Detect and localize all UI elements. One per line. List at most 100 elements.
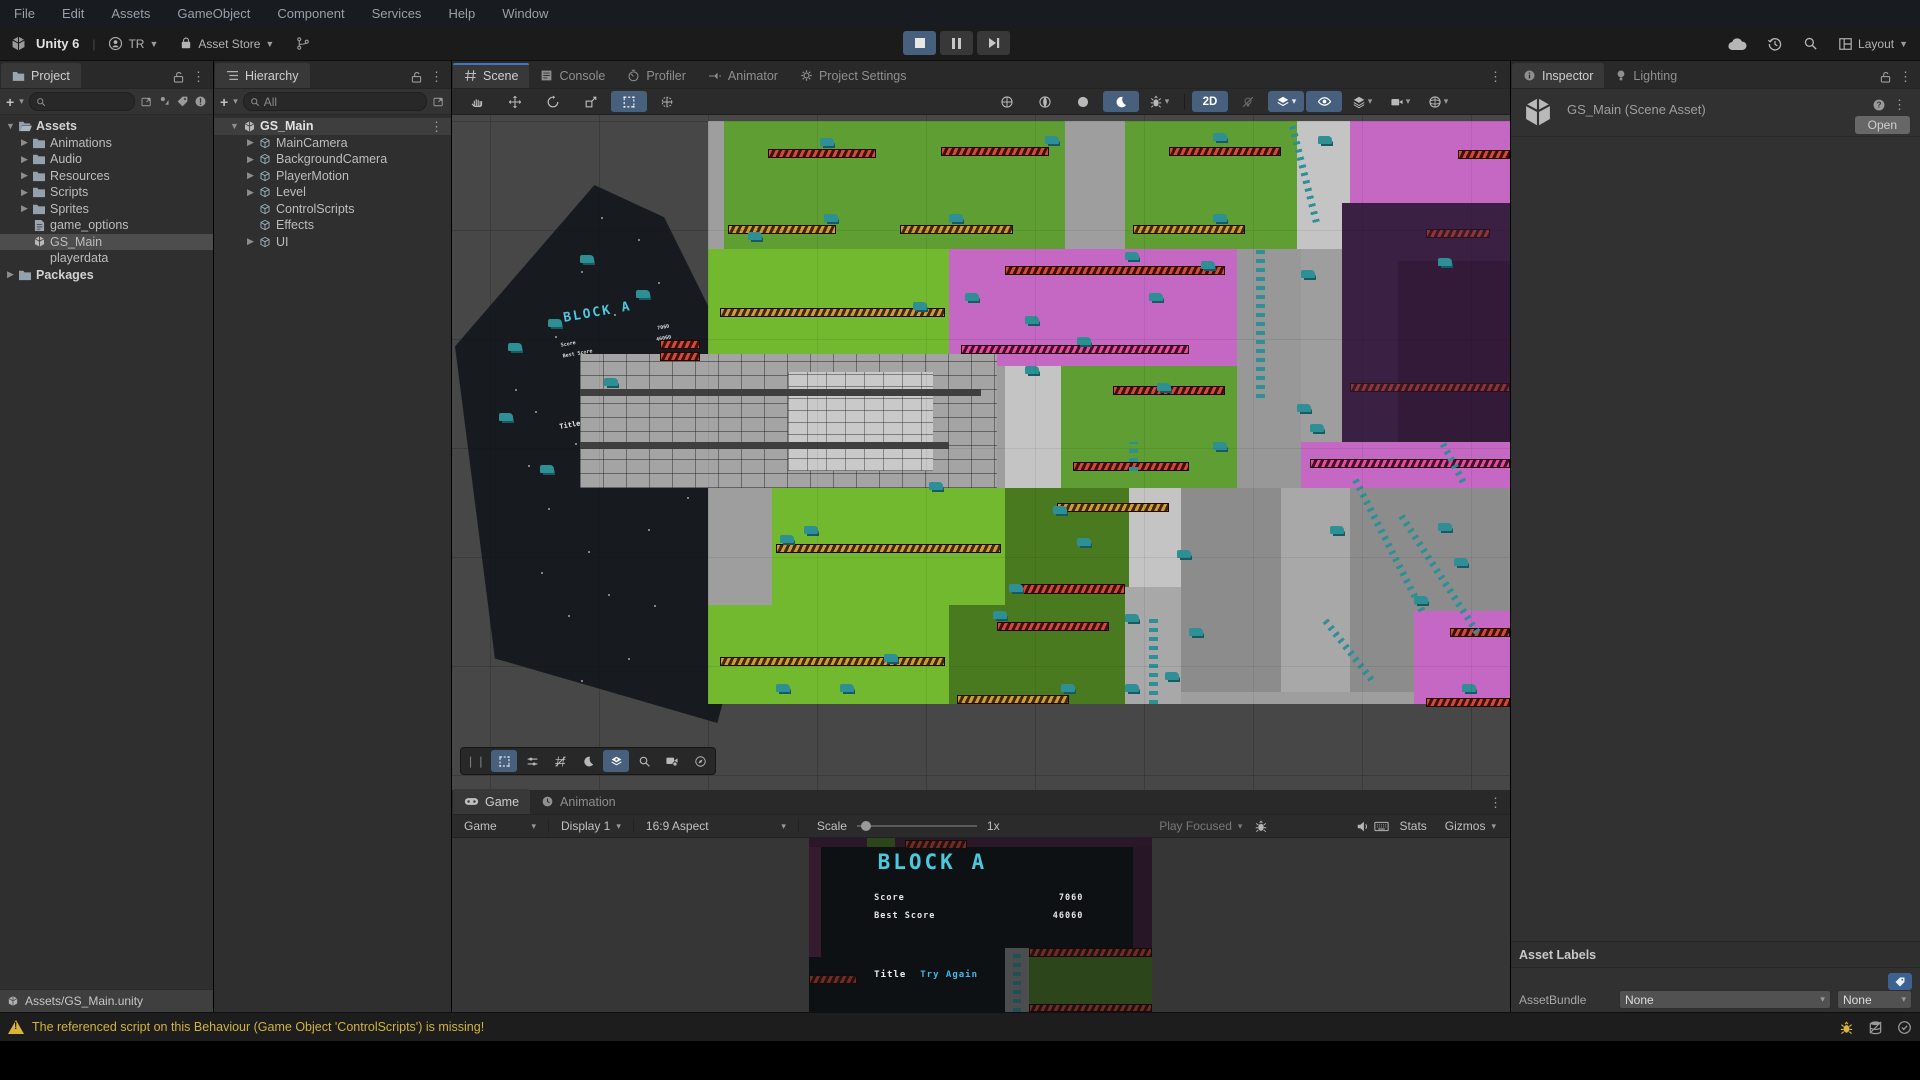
help-icon[interactable]: ?	[1872, 98, 1886, 112]
vsync-keyboard-icon[interactable]	[1374, 821, 1389, 832]
overlay-orientation-button[interactable]	[687, 750, 713, 772]
tree-item-resources[interactable]: ▶Resources	[0, 168, 213, 185]
hierarchy-item-controlscripts[interactable]: ControlScripts	[214, 201, 451, 218]
aspect-ratio-dropdown[interactable]: 16:9 Aspect▾	[638, 815, 794, 837]
shaded-mode-button[interactable]	[989, 91, 1025, 112]
menu-item-gameobject[interactable]: GameObject	[177, 6, 250, 21]
history-icon[interactable]	[1767, 36, 1783, 52]
assetbundle-variant-dropdown[interactable]: None▾	[1837, 990, 1912, 1009]
display-dropdown[interactable]: Display 1▾	[553, 815, 629, 837]
tab-profiler[interactable]: Profiler	[616, 63, 697, 88]
hierarchy-item-maincamera[interactable]: ▶MainCamera	[214, 135, 451, 152]
tree-item-audio[interactable]: ▶Audio	[0, 151, 213, 168]
kebab-menu-icon[interactable]: ⋮	[430, 120, 451, 133]
transform-tool-button[interactable]	[649, 91, 685, 112]
shaded-wireframe-button[interactable]	[1065, 91, 1101, 112]
tab-hierarchy[interactable]: Hierarchy	[215, 63, 310, 88]
tree-item-scripts[interactable]: ▶Scripts	[0, 184, 213, 201]
asset-label-tag-button[interactable]	[1888, 973, 1912, 990]
game-mode-dropdown[interactable]: Game▾	[456, 815, 544, 837]
hidden-count-icon[interactable]	[194, 95, 207, 108]
hierarchy-scene-root[interactable]: ▼GS_Main⋮	[214, 118, 451, 135]
overlay-search-button[interactable]	[631, 750, 657, 772]
rect-tool-button[interactable]	[611, 91, 647, 112]
step-button[interactable]	[977, 31, 1010, 55]
kebab-menu-icon[interactable]: ⋮	[1489, 796, 1502, 809]
open-scene-button[interactable]: Open	[1855, 116, 1910, 134]
lock-icon[interactable]	[1880, 71, 1891, 83]
overlay-visibility-button[interactable]	[603, 750, 629, 772]
kebab-menu-icon[interactable]: ⋮	[1899, 70, 1912, 83]
stats-button[interactable]: Stats	[1399, 819, 1426, 833]
open-new-window-icon[interactable]	[140, 96, 153, 108]
lock-icon[interactable]	[411, 71, 422, 83]
tab-animation[interactable]: Animation	[530, 789, 627, 814]
scene-lighting-disabled-button[interactable]	[1230, 91, 1266, 112]
rotate-tool-button[interactable]	[535, 91, 571, 112]
project-search-input[interactable]	[29, 92, 135, 111]
overlay-tools-button[interactable]	[491, 750, 517, 772]
play-focused-dropdown[interactable]: Play Focused▾	[1151, 815, 1250, 837]
cloud-icon[interactable]	[1728, 37, 1747, 51]
tab-game[interactable]: Game	[453, 789, 530, 814]
kebab-menu-icon[interactable]: ⋮	[1893, 98, 1906, 111]
scene-effects-dropdown[interactable]: ▾	[1141, 91, 1177, 112]
search-icon[interactable]	[1803, 36, 1818, 51]
overlay-camera-button[interactable]	[659, 750, 685, 772]
gizmos-dropdown[interactable]: Gizmos▾	[1437, 815, 1506, 837]
version-control-icon[interactable]	[295, 36, 311, 51]
kebab-menu-icon[interactable]: ⋮	[430, 70, 443, 83]
scale-slider[interactable]	[857, 825, 977, 827]
play-button[interactable]	[903, 31, 936, 55]
scene-lighting-toggle[interactable]	[1103, 91, 1139, 112]
tree-item-playerdata[interactable]: playerdata	[0, 250, 213, 267]
menu-item-assets[interactable]: Assets	[111, 6, 150, 21]
overlay-grid-button[interactable]	[547, 750, 573, 772]
label-icon[interactable]	[176, 95, 189, 108]
pan-tool-button[interactable]	[459, 91, 495, 112]
kebab-menu-icon[interactable]: ⋮	[192, 70, 205, 83]
lock-icon[interactable]	[173, 71, 184, 83]
tree-item-gs_main[interactable]: GS_Main	[0, 234, 213, 251]
tree-item-packages[interactable]: ▶Packages	[0, 267, 213, 284]
menu-item-window[interactable]: Window	[502, 6, 548, 21]
tab-project-settings[interactable]: Project Settings	[789, 63, 918, 88]
scale-tool-button[interactable]	[573, 91, 609, 112]
menu-item-services[interactable]: Services	[372, 6, 422, 21]
hierarchy-item-effects[interactable]: Effects	[214, 217, 451, 234]
add-asset-button[interactable]: +	[6, 94, 14, 110]
pause-button[interactable]	[940, 31, 973, 55]
game-title-button[interactable]: Title	[874, 970, 906, 980]
gizmos-visibility-dropdown[interactable]: ▾	[1420, 91, 1456, 112]
game-try-again-button[interactable]: Try Again	[920, 970, 978, 980]
menu-item-help[interactable]: Help	[448, 6, 475, 21]
assetbundle-dropdown[interactable]: None▾	[1619, 990, 1831, 1009]
hierarchy-item-playermotion[interactable]: ▶PlayerMotion	[214, 168, 451, 185]
menu-item-edit[interactable]: Edit	[62, 6, 84, 21]
tab-lighting[interactable]: Lighting	[1604, 63, 1688, 88]
debugger-bug-icon[interactable]	[1839, 1020, 1854, 1035]
tab-inspector[interactable]: Inspector	[1512, 63, 1604, 88]
kebab-menu-icon[interactable]: ⋮	[1489, 70, 1502, 83]
tree-item-assets[interactable]: ▼Assets	[0, 118, 213, 135]
create-object-button[interactable]: +	[220, 94, 228, 110]
tab-project[interactable]: Project	[1, 63, 81, 88]
wireframe-mode-button[interactable]	[1027, 91, 1063, 112]
status-message[interactable]: The referenced script on this Behaviour …	[32, 1020, 484, 1034]
hierarchy-item-level[interactable]: ▶Level	[214, 184, 451, 201]
hierarchy-item-backgroundcamera[interactable]: ▶BackgroundCamera	[214, 151, 451, 168]
tab-scene[interactable]: Scene	[453, 63, 529, 88]
overlay-drag-handle[interactable]: ❘❘	[463, 755, 489, 768]
scene-view-eye-toggle[interactable]	[1306, 91, 1342, 112]
menu-item-file[interactable]: File	[14, 6, 35, 21]
camera-settings-dropdown[interactable]: ▾	[1382, 91, 1418, 112]
2d-mode-toggle[interactable]: 2D	[1192, 91, 1228, 112]
layers-dropdown[interactable]: ▾	[1344, 91, 1380, 112]
scene-visibility-dropdown[interactable]: ▾	[1268, 91, 1304, 112]
hierarchy-search-input[interactable]: All	[243, 92, 427, 111]
tree-item-sprites[interactable]: ▶Sprites	[0, 201, 213, 218]
tab-animator[interactable]: Animator	[697, 63, 789, 88]
mute-audio-icon[interactable]	[1356, 820, 1370, 833]
overlay-view-options-button[interactable]	[519, 750, 545, 772]
tree-item-animations[interactable]: ▶Animations	[0, 135, 213, 152]
